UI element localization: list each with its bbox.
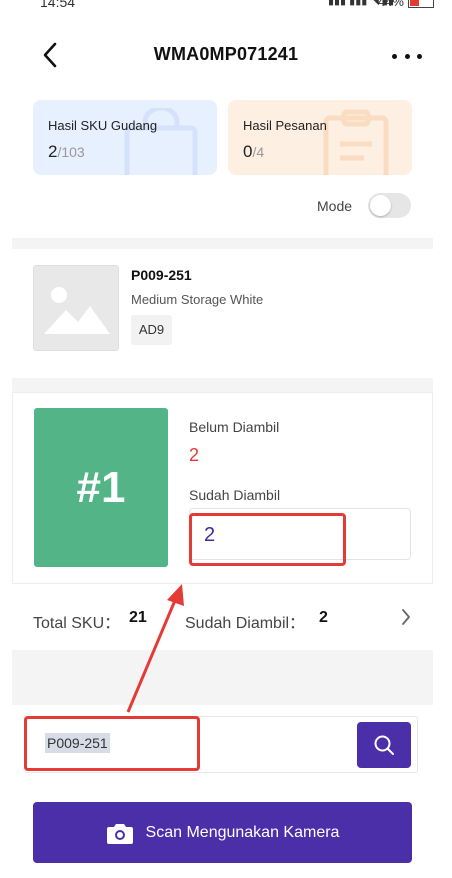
battery-icon: [408, 0, 434, 8]
picked-quantity-input[interactable]: 2: [189, 508, 411, 560]
section-divider: [12, 378, 433, 392]
summary-picked-value: 2: [319, 609, 328, 626]
rank-badge: #1: [34, 408, 168, 567]
section-divider: [12, 238, 433, 249]
search-button[interactable]: [357, 722, 411, 768]
product-image-placeholder: [33, 265, 119, 351]
not-picked-value: 2: [189, 445, 200, 465]
status-time: 14:54: [40, 0, 76, 10]
toggle-knob: [370, 195, 391, 216]
search-input[interactable]: P009-251: [45, 733, 110, 753]
order-card-label: Hasil Pesanan: [243, 118, 327, 133]
app-header: WMA0MP071241: [0, 26, 452, 84]
summary-row[interactable]: Total SKU： 21 Sudah Diambil： 2: [12, 594, 433, 642]
scan-camera-button[interactable]: Scan Mengunakan Kamera: [33, 802, 412, 863]
page-title: WMA0MP071241: [153, 44, 299, 64]
total-sku-label: Total SKU：: [33, 615, 121, 632]
summary-picked-label: Sudah Diambil：: [185, 615, 306, 632]
more-dot-icon: [404, 53, 410, 59]
image-placeholder-icon: [34, 266, 118, 350]
total-sku-value: 21: [129, 609, 147, 626]
battery-percent: 44%: [377, 0, 404, 9]
more-dot-icon: [417, 53, 422, 59]
sku-card-value: 2/103: [48, 142, 85, 162]
sku-card-label: Hasil SKU Gudang: [48, 118, 158, 133]
sku-total: /103: [57, 144, 85, 160]
order-card-value: 0/4: [243, 142, 264, 162]
camera-icon: [106, 823, 133, 844]
more-options-button[interactable]: [392, 46, 422, 66]
more-dot-icon: [392, 53, 397, 59]
location-tag: AD9: [131, 315, 172, 345]
scan-camera-label: Scan Mengunakan Kamera: [145, 823, 340, 841]
order-total: /4: [252, 144, 265, 160]
mode-label: Mode: [317, 198, 353, 214]
order-result-card[interactable]: Hasil Pesanan 0/4: [228, 100, 412, 175]
mode-toggle[interactable]: [368, 193, 411, 218]
product-name: Medium Storage White: [131, 292, 264, 307]
product-sku: P009-251: [131, 267, 192, 283]
sku-result-card[interactable]: Hasil SKU Gudang 2/103: [33, 100, 217, 175]
picked-label: Sudah Diambil: [189, 487, 281, 503]
status-bar: 14:54 ▮▮▮ ▮▮▮ ◥ ▮▮ 44%: [0, 0, 452, 26]
search-icon: [374, 735, 394, 755]
spacer-band: [12, 650, 433, 705]
not-picked-label: Belum Diambil: [189, 419, 280, 435]
chevron-right-icon: [402, 609, 410, 625]
